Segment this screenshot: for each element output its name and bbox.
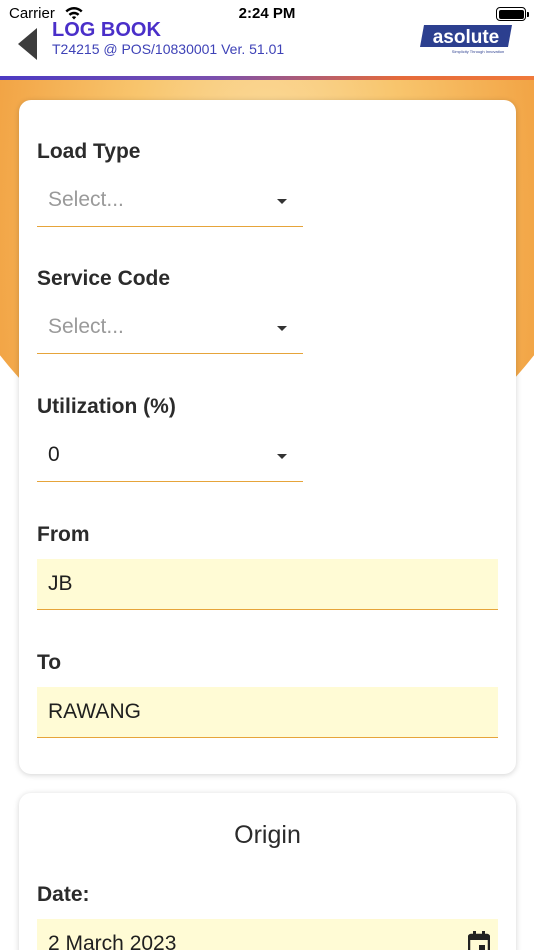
- caret-down-icon: [277, 454, 287, 459]
- date-field: [37, 919, 498, 950]
- service-code-value: Select...: [48, 315, 124, 338]
- caret-down-icon: [277, 199, 287, 204]
- back-button[interactable]: [14, 28, 44, 62]
- trip-details-card: Load Type Select... Service Code Select.…: [19, 100, 516, 774]
- utilization-select[interactable]: 0: [37, 432, 303, 482]
- to-input[interactable]: [37, 687, 498, 737]
- service-code-label: Service Code: [37, 267, 171, 290]
- load-type-value: Select...: [48, 188, 124, 211]
- date-input[interactable]: [37, 919, 498, 950]
- from-field: [37, 559, 498, 610]
- page-title: LOG BOOK: [52, 19, 161, 41]
- battery-icon: [496, 7, 529, 21]
- from-input[interactable]: [37, 559, 498, 609]
- app-header: LOG BOOK T24215 @ POS/10830001 Ver. 51.0…: [0, 19, 534, 76]
- to-label: To: [37, 651, 62, 674]
- logo-tagline: Simplicity Through Innovation: [452, 49, 504, 54]
- from-label: From: [37, 523, 90, 546]
- back-arrow-icon: [18, 28, 37, 60]
- origin-title: Origin: [234, 821, 301, 849]
- page-subtitle: T24215 @ POS/10830001 Ver. 51.01: [52, 41, 285, 57]
- load-type-select[interactable]: Select...: [37, 177, 303, 227]
- load-type-label: Load Type: [37, 140, 141, 163]
- asolute-logo: asolute Simplicity Through Innovation: [420, 25, 512, 54]
- service-code-select[interactable]: Select...: [37, 304, 303, 354]
- utilization-label: Utilization (%): [37, 395, 176, 418]
- origin-card: Origin Date:: [19, 793, 516, 950]
- utilization-value: 0: [48, 443, 60, 466]
- caret-down-icon: [277, 326, 287, 331]
- to-field: [37, 687, 498, 738]
- logo-text: asolute: [433, 27, 500, 48]
- calendar-icon[interactable]: [468, 931, 490, 950]
- date-label: Date:: [37, 883, 90, 906]
